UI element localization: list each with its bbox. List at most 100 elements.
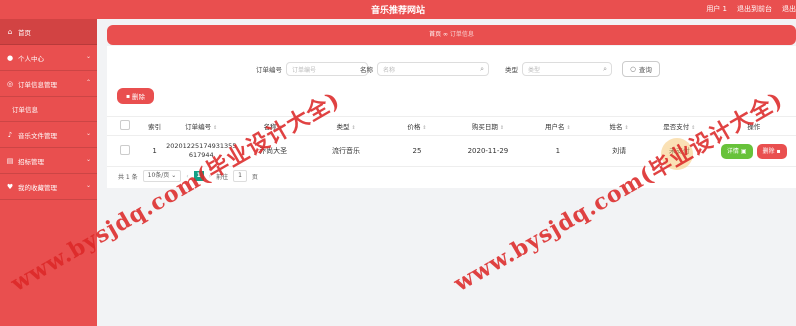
- name-label: 名称: [360, 66, 373, 74]
- sort-icon[interactable]: ⇕: [351, 125, 355, 131]
- col-name[interactable]: 名称 ⇕: [237, 121, 309, 131]
- top-right-links: 用户 1 退出到前台 退出: [706, 4, 796, 14]
- batch-delete-label: 删除: [132, 93, 146, 101]
- search-button[interactable]: ○ 查询: [622, 61, 660, 77]
- prev-page-icon[interactable]: ‹: [186, 173, 188, 180]
- col-price-label: 价格: [407, 123, 421, 131]
- top-bar: 音乐推荐网站 用户 1 退出到前台 退出: [0, 0, 796, 19]
- cell-fullname: 刘请: [612, 147, 627, 155]
- col-name-label: 名称: [263, 123, 277, 131]
- batch-delete-button[interactable]: ▪ 删除: [117, 88, 154, 104]
- delete-icon: ▪: [125, 92, 131, 100]
- sidebar-item-order-management[interactable]: ◎ 订单信息管理 ⌃: [0, 71, 97, 97]
- type-placeholder: 类型: [528, 66, 541, 74]
- col-date[interactable]: 购买日期 ⇕: [451, 121, 525, 131]
- goto-label: 前往: [216, 173, 229, 181]
- order-icon: ◎: [6, 79, 14, 88]
- order-no-label: 订单编号: [256, 66, 282, 74]
- cell-username: 1: [555, 147, 561, 155]
- cell-index: 1: [152, 147, 157, 155]
- detail-button-label: 详情: [726, 147, 739, 155]
- page-size-select[interactable]: 10条/页 ⌄: [142, 170, 182, 182]
- music-icon: ♪: [7, 130, 13, 139]
- cell-actions: 详情 ▣ 删除 ▪: [711, 143, 796, 159]
- sidebar-item-home[interactable]: ⌂ 首页: [0, 19, 97, 45]
- logout-link[interactable]: 退出: [782, 4, 796, 14]
- col-fullname[interactable]: 姓名 ⇕: [591, 121, 647, 131]
- row-checkbox-cell[interactable]: [107, 145, 144, 157]
- site-title: 音乐推荐网站: [370, 6, 425, 16]
- sidebar-item-bids[interactable]: ▤ 招标管理 ⌄: [0, 148, 97, 174]
- sort-icon[interactable]: ⇕: [213, 125, 217, 131]
- next-page-icon[interactable]: ›: [209, 173, 211, 180]
- col-order-no[interactable]: 订单编号 ⇕: [165, 121, 237, 131]
- bid-icon: ▤: [6, 156, 14, 165]
- col-index: 索引: [148, 123, 162, 131]
- sidebar-subitem-label: 订单信息: [12, 106, 38, 114]
- breadcrumb: 首页 ∞ 订单信息: [107, 25, 796, 45]
- col-fullname-label: 姓名: [609, 123, 623, 131]
- cell-order-no-line1: 20201225174931355: [166, 142, 237, 150]
- search-icon: ⌕: [603, 65, 607, 73]
- search-button-label: 查询: [638, 66, 652, 74]
- select-all-checkbox[interactable]: [120, 120, 131, 130]
- sidebar-item-music-files[interactable]: ♪ 音乐文件管理 ⌄: [0, 122, 97, 148]
- chevron-down-icon: ⌄: [85, 130, 91, 137]
- sort-icon[interactable]: ⇕: [500, 125, 504, 131]
- col-type-label: 类型: [336, 123, 350, 131]
- sidebar: ⌂ 首页 ● 个人中心 ⌄ ◎ 订单信息管理 ⌃ 订单信息 ♪ 音乐文件管理 ⌄…: [0, 19, 97, 326]
- delete-icon: ▪: [776, 147, 781, 155]
- col-order-no-label: 订单编号: [185, 123, 212, 131]
- type-label: 类型: [505, 66, 518, 74]
- cell-order-no: 20201225174931355 617944: [165, 142, 237, 160]
- type-input[interactable]: 类型 ⌕: [522, 62, 612, 76]
- order-no-input[interactable]: 订单编号: [286, 62, 368, 76]
- sidebar-subitem-order-info[interactable]: 订单信息: [0, 97, 97, 122]
- chevron-down-icon: ⌄: [171, 172, 177, 179]
- user-icon: ●: [6, 53, 14, 62]
- sidebar-item-personal-center[interactable]: ● 个人中心 ⌄: [0, 45, 97, 71]
- cell-price: 25: [412, 147, 422, 155]
- goto-page-input[interactable]: 1: [233, 170, 247, 182]
- row-checkbox[interactable]: [120, 145, 131, 155]
- col-paid-label: 是否支付: [663, 123, 690, 131]
- col-price[interactable]: 价格 ⇕: [383, 121, 451, 131]
- sort-icon[interactable]: ⇕: [567, 125, 571, 131]
- col-username[interactable]: 用户名 ⇕: [525, 121, 591, 131]
- name-input[interactable]: 名称 ⌕: [377, 62, 489, 76]
- detail-button[interactable]: 详情 ▣: [720, 143, 753, 159]
- heart-icon: ♥: [6, 182, 14, 191]
- page-unit-label: 页: [251, 173, 258, 181]
- cursor-highlight: [661, 138, 693, 170]
- detail-icon: ▣: [740, 147, 747, 155]
- page-number-current[interactable]: 1: [193, 171, 204, 181]
- search-icon: ○: [630, 65, 636, 73]
- breadcrumb-current: 订单信息: [449, 31, 474, 38]
- col-type[interactable]: 类型 ⇕: [309, 121, 383, 131]
- sort-icon[interactable]: ⇕: [625, 125, 629, 131]
- cell-date: 2020-11-29: [467, 147, 509, 155]
- col-actions: 操作: [747, 123, 761, 131]
- sort-icon[interactable]: ⇕: [279, 125, 283, 131]
- orders-table: 索引 订单编号 ⇕ 名称 ⇕ 类型 ⇕ 价格 ⇕ 购买日期 ⇕ 用户名 ⇕ 姓名 ⇕ 是否支付…: [107, 116, 796, 167]
- col-date-label: 购买日期: [471, 123, 498, 131]
- search-icon: ⌕: [480, 65, 484, 73]
- breadcrumb-separator: ∞: [443, 31, 448, 38]
- sidebar-item-favorites[interactable]: ♥ 我的收藏管理 ⌄: [0, 174, 97, 200]
- sort-icon[interactable]: ⇕: [691, 125, 695, 131]
- page-size-value: 10条/页: [147, 172, 170, 179]
- chevron-down-icon: ⌄: [85, 53, 91, 60]
- chevron-up-icon: ⌃: [85, 79, 91, 86]
- select-all-checkbox-cell[interactable]: [107, 120, 144, 132]
- chevron-down-icon: ⌄: [85, 182, 91, 189]
- back-to-front-link[interactable]: 退出到前台: [737, 4, 772, 14]
- row-delete-button[interactable]: 删除 ▪: [756, 143, 787, 159]
- col-paid[interactable]: 是否支付 ⇕: [647, 121, 711, 131]
- breadcrumb-home[interactable]: 首页: [429, 31, 441, 38]
- name-placeholder: 名称: [383, 66, 396, 74]
- search-order-no: 订单编号 订单编号: [256, 62, 368, 76]
- table-header: 索引 订单编号 ⇕ 名称 ⇕ 类型 ⇕ 价格 ⇕ 购买日期 ⇕ 用户名 ⇕ 姓名 ⇕ 是否支付…: [107, 116, 796, 136]
- col-username-label: 用户名: [545, 123, 565, 131]
- search-type: 类型 类型 ⌕: [505, 62, 612, 76]
- sort-icon[interactable]: ⇕: [422, 125, 426, 131]
